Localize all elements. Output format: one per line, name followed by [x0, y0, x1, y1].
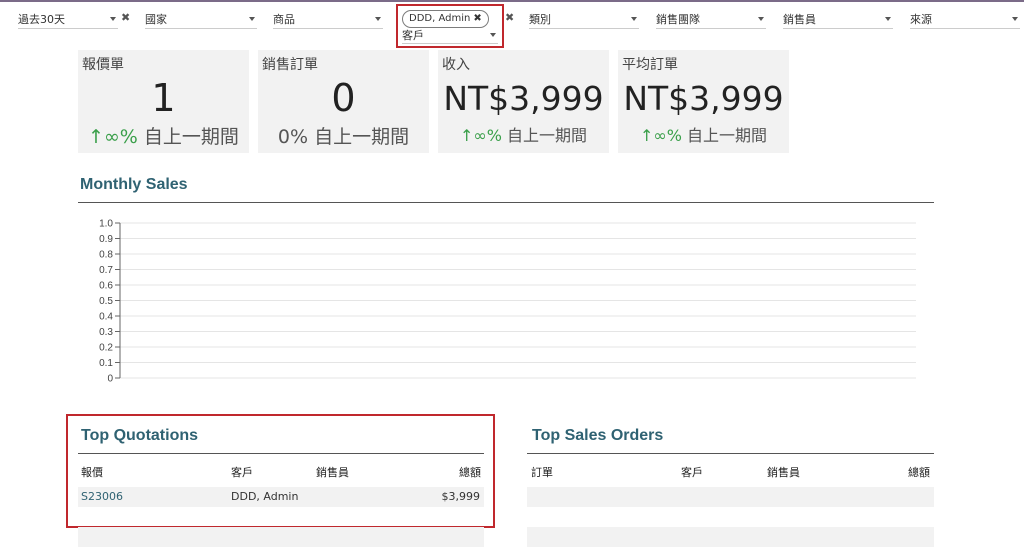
category-placeholder: 類別 — [529, 13, 551, 26]
customer-tag[interactable]: DDD, Admin ✖ — [402, 10, 489, 28]
salesperson-select[interactable]: 銷售員 — [783, 8, 893, 29]
kpi-quotations[interactable]: 報價單 1 ↑∞% 自上一期間 — [78, 50, 249, 153]
kpi-sales-orders[interactable]: 銷售訂單 0 0% 自上一期間 — [258, 50, 429, 153]
y-tick-label: 0.7 — [99, 265, 113, 276]
filter-bar: 過去30天 ✖ 國家 商品 DDD, Admin ✖ 客戶 ✖ 類別 銷售團隊 銷… — [0, 2, 1024, 50]
salesperson-placeholder: 銷售員 — [783, 13, 816, 26]
kpi-change-pct: 0% — [277, 126, 309, 148]
y-tick-label: 0.5 — [99, 296, 113, 307]
chevron-down-icon — [758, 17, 764, 21]
customer-label: 客戶 — [402, 29, 424, 42]
remove-tag-icon[interactable]: ✖ — [473, 13, 481, 24]
section-divider — [78, 453, 484, 454]
arrow-up-icon: ↑ — [639, 126, 654, 145]
sales-team-select[interactable]: 銷售團隊 — [656, 8, 766, 29]
col-header-total[interactable]: 總額 — [459, 464, 481, 480]
y-tick-label: 0.8 — [99, 250, 113, 261]
col-header-salesperson[interactable]: 銷售員 — [767, 464, 800, 480]
kpi-title: 報價單 — [82, 57, 124, 73]
kpi-change-text: 自上一期間 — [687, 126, 768, 145]
col-header-ref[interactable]: 報價 — [81, 464, 103, 480]
arrow-up-icon: ↑ — [459, 126, 474, 145]
category-select[interactable]: 類別 — [529, 8, 639, 29]
kpi-change-text: 自上一期間 — [507, 126, 588, 145]
clear-period-icon[interactable]: ✖ — [121, 11, 130, 24]
chart-svg: 0 0.1 0.2 0.3 0.4 0.5 0.6 0.7 0.8 0.9 1.0 — [99, 219, 916, 385]
period-select[interactable]: 過去30天 — [18, 8, 118, 29]
col-header-customer[interactable]: 客戶 — [681, 464, 703, 480]
kpi-title: 銷售訂單 — [262, 57, 318, 73]
table-row[interactable]: S23006 DDD, Admin $3,999 — [78, 487, 484, 507]
chevron-down-icon — [249, 17, 255, 21]
y-tick-label: 0 — [107, 374, 113, 385]
top-sales-orders-title: Top Sales Orders — [532, 427, 664, 444]
y-tick-label: 0.2 — [99, 343, 113, 354]
product-placeholder: 商品 — [273, 13, 295, 26]
col-header-total[interactable]: 總額 — [908, 464, 930, 480]
country-placeholder: 國家 — [145, 13, 167, 26]
kpi-value: 1 — [151, 76, 176, 120]
col-header-order[interactable]: 訂單 — [531, 464, 553, 480]
period-value: 過去30天 — [18, 13, 65, 26]
kpi-average-order[interactable]: 平均訂單 NT$3,999 ↑∞% 自上一期間 — [618, 50, 789, 153]
kpi-value: NT$3,999 — [443, 79, 604, 118]
chevron-down-icon — [631, 17, 637, 21]
product-select[interactable]: 商品 — [273, 8, 383, 29]
source-select[interactable]: 來源 — [910, 8, 1020, 29]
country-select[interactable]: 國家 — [145, 8, 257, 29]
col-header-salesperson[interactable]: 銷售員 — [316, 464, 349, 480]
table-row-empty — [527, 487, 934, 507]
kpi-change-pct: ∞% — [653, 126, 682, 145]
col-header-customer[interactable]: 客戶 — [231, 464, 253, 480]
kpi-change-pct: ∞% — [103, 126, 138, 148]
kpi-change-text: 自上一期間 — [143, 126, 239, 148]
y-tick-label: 0.1 — [99, 358, 113, 369]
sales-team-placeholder: 銷售團隊 — [656, 13, 700, 26]
clear-customer-icon[interactable]: ✖ — [505, 11, 514, 24]
customer-select[interactable]: 客戶 — [402, 27, 498, 44]
kpi-value: 0 — [331, 76, 356, 120]
chevron-down-icon — [375, 17, 381, 21]
section-divider — [527, 453, 934, 454]
monthly-sales-title: Monthly Sales — [80, 176, 188, 193]
source-placeholder: 來源 — [910, 13, 932, 26]
kpi-change-pct: ∞% — [473, 126, 502, 145]
chevron-down-icon — [1012, 17, 1018, 21]
y-tick-label: 0.9 — [99, 234, 113, 245]
y-tick-label: 0.3 — [99, 327, 113, 338]
top-quotations-title: Top Quotations — [81, 427, 199, 444]
row-customer: DDD, Admin — [231, 490, 299, 503]
y-tick-label: 0.6 — [99, 281, 113, 292]
y-tick-label: 0.4 — [99, 312, 113, 323]
y-tick-label: 1.0 — [99, 219, 113, 230]
kpi-change-text: 自上一期間 — [314, 126, 410, 148]
chevron-down-icon — [885, 17, 891, 21]
table-row-empty — [527, 527, 934, 547]
monthly-sales-chart: 0 0.1 0.2 0.3 0.4 0.5 0.6 0.7 0.8 0.9 1.0 — [82, 212, 922, 392]
kpi-value: NT$3,999 — [623, 79, 784, 118]
quotation-ref-link[interactable]: S23006 — [81, 490, 123, 503]
customer-tag-label: DDD, Admin — [409, 13, 471, 24]
kpi-title: 收入 — [442, 57, 470, 73]
section-divider — [78, 202, 934, 203]
row-total: $3,999 — [441, 490, 481, 503]
kpi-revenue[interactable]: 收入 NT$3,999 ↑∞% 自上一期間 — [438, 50, 609, 153]
kpi-title: 平均訂單 — [622, 57, 678, 73]
table-row-empty — [78, 527, 484, 547]
arrow-up-icon: ↑ — [88, 126, 104, 148]
chevron-down-icon — [110, 17, 116, 21]
chevron-down-icon — [490, 33, 496, 37]
